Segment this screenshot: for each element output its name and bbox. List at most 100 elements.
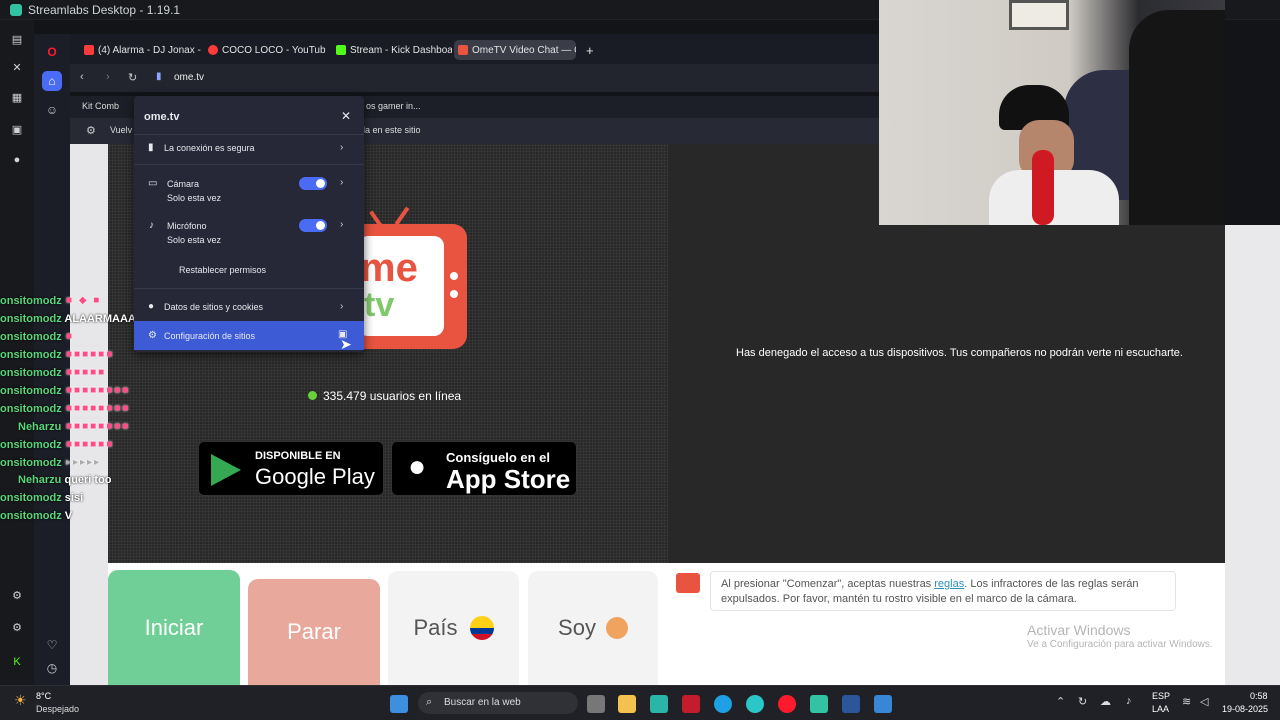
- play-icon[interactable]: ●: [11, 154, 23, 166]
- start-button[interactable]: Iniciar: [108, 570, 240, 685]
- copilot-icon[interactable]: [746, 695, 764, 713]
- lock-icon[interactable]: ▮: [156, 71, 162, 82]
- heart-icon[interactable]: ♡: [42, 635, 62, 655]
- search-placeholder: Buscar en la web: [444, 697, 521, 708]
- mic-toggle[interactable]: [299, 219, 327, 232]
- task-view-icon[interactable]: [587, 695, 605, 713]
- network-status-icon[interactable]: ☁: [1100, 695, 1111, 708]
- file-explorer-icon[interactable]: [618, 695, 636, 713]
- tab-kick-dashboard[interactable]: Stream - Kick Dashboard: [332, 40, 452, 60]
- settings-icon[interactable]: ⚙: [11, 622, 23, 634]
- divider: [134, 164, 364, 165]
- home-icon[interactable]: ⌂: [42, 71, 62, 91]
- mouse-cursor-icon: ➤: [340, 336, 352, 352]
- chevron-right-icon[interactable]: ›: [340, 177, 343, 188]
- snipping-tool-icon[interactable]: [874, 695, 892, 713]
- amd-icon[interactable]: [682, 695, 700, 713]
- chevron-right-icon[interactable]: ›: [340, 301, 343, 312]
- reload-icon[interactable]: ↻: [128, 71, 137, 84]
- cookie-icon: ●: [148, 301, 155, 312]
- language-top[interactable]: ESP: [1152, 691, 1170, 701]
- logo-knob: [450, 272, 458, 280]
- store-icon[interactable]: ▦: [11, 92, 23, 104]
- gender-button[interactable]: Soy: [528, 571, 658, 685]
- clock-time[interactable]: 0:58: [1250, 691, 1268, 701]
- streamlabs-icon[interactable]: [810, 695, 828, 713]
- forward-icon[interactable]: ›: [106, 71, 110, 83]
- microphone-icon: ♪: [149, 220, 154, 231]
- fish-emotes: ▸▸▸▸▸: [66, 457, 102, 468]
- editor-icon[interactable]: ▤: [11, 34, 23, 46]
- tab-coco-loco[interactable]: COCO LOCO - YouTub: [204, 40, 326, 60]
- volume-icon[interactable]: ◁: [1200, 695, 1208, 708]
- chat-message: onsitomodz ALAARMAAA: [0, 313, 136, 325]
- new-tab-button[interactable]: +: [582, 40, 600, 60]
- opera-logo-icon[interactable]: O: [42, 42, 62, 62]
- tab-ometv[interactable]: OmeTV Video Chat — On: [454, 40, 576, 60]
- app-store-top: Consíguelo en el: [446, 450, 551, 465]
- heart-emotes: ■ ◆ ■: [66, 295, 102, 306]
- heart-emotes: ■■■■■■■■: [66, 421, 131, 432]
- youtube-icon: [84, 45, 94, 55]
- close-icon[interactable]: ✕: [341, 109, 351, 123]
- weather-icon[interactable]: ☀: [14, 692, 27, 709]
- history-icon[interactable]: ◷: [42, 658, 62, 678]
- clock-date[interactable]: 19-08-2025: [1222, 704, 1268, 714]
- site-settings-label: Configuración de sitios: [164, 331, 256, 341]
- kick-icon[interactable]: K: [11, 656, 23, 668]
- weather-desc[interactable]: Despejado: [36, 704, 79, 714]
- taskbar-search[interactable]: ⌕ Buscar en la web: [418, 692, 578, 714]
- sync-icon[interactable]: ↻: [1078, 695, 1087, 708]
- gender-label: Soy: [558, 615, 596, 640]
- chat-message: onsitomodz: [0, 295, 62, 307]
- bookmark-gamer[interactable]: os gamer in...: [366, 101, 421, 111]
- google-play-bottom: Google Play: [255, 464, 375, 489]
- antenna-left: [369, 210, 383, 228]
- tab-alarma[interactable]: (4) Alarma - DJ Jonax - Yo: [80, 40, 202, 60]
- activate-windows-title: Activar Windows: [1027, 622, 1131, 638]
- stop-button[interactable]: Parar: [248, 579, 380, 685]
- bookmark-kit[interactable]: Kit Comb: [82, 101, 119, 111]
- speed-dial-icon[interactable]: ☺: [42, 100, 62, 120]
- store-icon[interactable]: [650, 695, 668, 713]
- chat-message: onsitomodz V: [0, 510, 73, 522]
- divider: [134, 134, 364, 135]
- language-bottom[interactable]: LAA: [1152, 704, 1169, 714]
- chevron-up-icon[interactable]: ⌃: [1056, 695, 1065, 708]
- youtube-icon: [208, 45, 218, 55]
- word-icon[interactable]: [842, 695, 860, 713]
- country-button[interactable]: País: [388, 571, 519, 685]
- chat-message: Neharzu: [18, 421, 62, 433]
- microphone-icon[interactable]: ♪: [1126, 695, 1132, 707]
- app-store-button[interactable]: ● Consíguelo en el App Store: [391, 441, 577, 496]
- opera-icon[interactable]: [778, 695, 796, 713]
- reset-permissions-button[interactable]: Restablecer permisos: [179, 265, 266, 275]
- colombia-flag-icon: [469, 616, 494, 640]
- camera-toggle[interactable]: [299, 177, 327, 190]
- ometv-icon: [458, 45, 468, 55]
- weather-temp[interactable]: 8°C: [36, 691, 51, 701]
- windows-start-icon[interactable]: [390, 695, 408, 713]
- camera-label: Cámara: [167, 179, 200, 189]
- edge-icon[interactable]: [714, 695, 732, 713]
- site-settings-item[interactable]: ⚙ Configuración de sitios ▣: [134, 321, 364, 350]
- app-title: Streamlabs Desktop - 1.19.1: [28, 2, 181, 17]
- rules-link[interactable]: reglas: [934, 578, 964, 590]
- wifi-icon[interactable]: ≋: [1182, 695, 1191, 708]
- cookies-item[interactable]: Datos de sitios y cookies: [164, 302, 263, 312]
- back-icon[interactable]: ‹: [80, 71, 84, 83]
- chevron-right-icon[interactable]: ›: [340, 142, 343, 153]
- url-text[interactable]: ome.tv: [174, 72, 204, 83]
- chat-message: onsitomodz: [0, 439, 62, 451]
- apps-icon[interactable]: ▣: [11, 124, 23, 136]
- tools-icon[interactable]: ✕: [11, 62, 23, 74]
- google-play-button[interactable]: DISPONIBLE EN Google Play: [198, 441, 384, 496]
- sliders-icon[interactable]: ⚙: [11, 590, 23, 602]
- chevron-right-icon[interactable]: ›: [340, 219, 343, 230]
- site-info-popup: ome.tv ✕ ▮ La conexión es segura › ▭ Cám…: [134, 96, 364, 352]
- microphone: [1032, 150, 1054, 225]
- camera-sub: Solo esta vez: [167, 193, 222, 203]
- chat-message: onsitomodz sisi: [0, 492, 84, 504]
- secure-connection-item[interactable]: La conexión es segura: [164, 143, 255, 153]
- gear-icon[interactable]: ⚙: [86, 124, 96, 137]
